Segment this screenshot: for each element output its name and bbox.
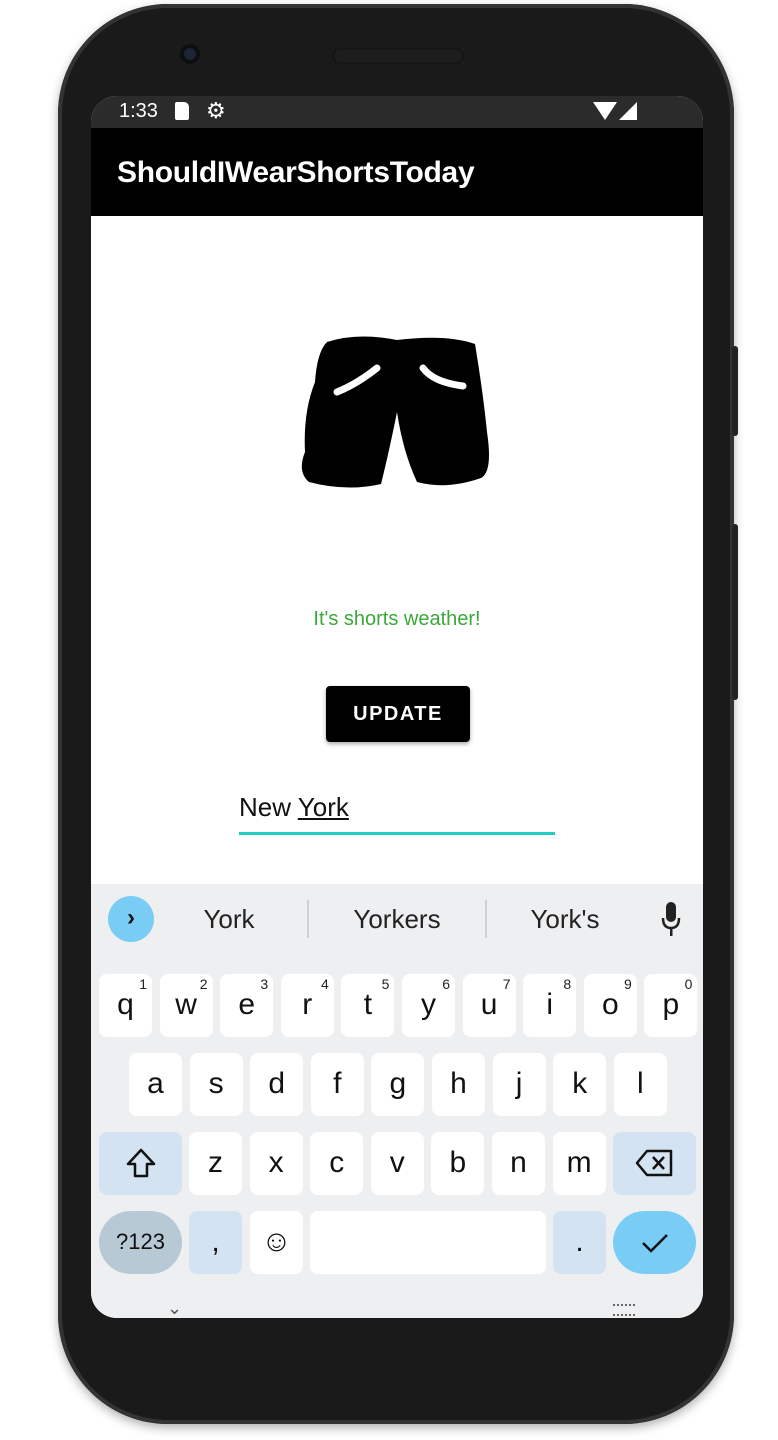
power-button (732, 346, 738, 436)
signal-icon (619, 102, 637, 120)
done-key[interactable] (613, 1211, 696, 1274)
screen: 1:33 ⚙ ShouldIWearShortsToday It's short… (91, 96, 703, 1318)
key-x[interactable]: x (249, 1132, 303, 1195)
key-label: q (117, 988, 134, 1021)
checkmark-icon (641, 1234, 668, 1253)
shift-key[interactable] (99, 1132, 182, 1195)
key-label: y (421, 988, 436, 1021)
key-v[interactable]: v (370, 1132, 424, 1195)
key-y[interactable]: y6 (402, 974, 455, 1037)
suggestion-1[interactable]: York (159, 904, 299, 935)
volume-button (732, 524, 738, 700)
key-label: r (302, 988, 313, 1021)
status-time: 1:33 (119, 100, 158, 122)
key-l[interactable]: l (613, 1053, 667, 1116)
key-hint: 9 (624, 976, 632, 992)
keyboard-switch-icon[interactable] (613, 1304, 635, 1316)
city-input[interactable]: New York (239, 788, 555, 835)
emoji-key[interactable]: ☺ (250, 1211, 303, 1274)
backspace-key[interactable] (613, 1132, 696, 1195)
key-c[interactable]: c (310, 1132, 364, 1195)
status-bar: 1:33 ⚙ (91, 96, 703, 128)
soft-keyboard: › York Yorkers York's q1w2e3r4t5y6u7i8o9… (91, 884, 703, 1318)
suggestion-divider (485, 900, 487, 938)
period-key[interactable]: . (553, 1211, 606, 1274)
key-m[interactable]: m (552, 1132, 606, 1195)
microphone-icon[interactable] (661, 900, 681, 940)
key-hint: 0 (684, 976, 693, 992)
key-hint: 7 (502, 976, 511, 992)
key-o[interactable]: o9 (583, 974, 637, 1037)
key-label: e (238, 988, 256, 1021)
space-key[interactable] (310, 1211, 546, 1274)
key-d[interactable]: d (250, 1053, 304, 1116)
key-r[interactable]: r4 (280, 974, 334, 1037)
debug-gear-icon: ⚙ (206, 98, 226, 123)
key-e[interactable]: e3 (220, 974, 274, 1037)
weather-message: It's shorts weather! (313, 608, 481, 630)
shorts-image (301, 336, 489, 488)
shorts-shape (301, 336, 489, 488)
key-k[interactable]: k (553, 1053, 607, 1116)
backspace-icon (635, 1149, 672, 1177)
key-hint: 6 (442, 976, 450, 992)
key-p[interactable]: p0 (644, 974, 698, 1037)
key-f[interactable]: f (310, 1053, 364, 1116)
key-hint: 1 (139, 976, 147, 992)
key-label: o (601, 988, 619, 1021)
sd-card-icon (175, 102, 189, 120)
key-hint: 2 (199, 976, 208, 992)
city-text-committed: New (239, 792, 298, 822)
key-z[interactable]: z (189, 1132, 242, 1195)
chevron-right-icon: › (127, 904, 135, 931)
key-s[interactable]: s (189, 1053, 243, 1116)
app-bar: ShouldIWearShortsToday (91, 128, 703, 216)
city-text-composing: York (297, 792, 349, 822)
key-b[interactable]: b (431, 1132, 485, 1195)
key-label: i (546, 988, 554, 1021)
key-hint: 8 (563, 976, 572, 992)
key-h[interactable]: h (432, 1053, 485, 1116)
city-input-text: New York (239, 792, 349, 823)
key-label: u (480, 988, 498, 1021)
wifi-icon (593, 102, 617, 120)
key-t[interactable]: t5 (341, 974, 395, 1037)
front-camera (180, 44, 200, 64)
hide-keyboard-icon[interactable]: ⌄ (167, 1298, 182, 1318)
key-j[interactable]: j (492, 1053, 546, 1116)
key-g[interactable]: g (371, 1053, 425, 1116)
suggestion-2[interactable]: Yorkers (327, 904, 467, 935)
key-label: p (662, 988, 680, 1021)
key-q[interactable]: q1 (99, 974, 152, 1037)
earpiece-speaker (332, 48, 464, 64)
suggestion-3[interactable]: York's (495, 904, 635, 935)
emoji-icon: ☺ (261, 1225, 292, 1258)
key-hint: 5 (381, 976, 390, 992)
update-button[interactable]: UPDATE (326, 686, 470, 742)
key-w[interactable]: w2 (159, 974, 213, 1037)
key-hint: 3 (260, 976, 269, 992)
expand-toolbar-button[interactable]: › (108, 896, 154, 942)
key-i[interactable]: i8 (523, 974, 577, 1037)
symbols-key[interactable]: ?123 (99, 1211, 182, 1274)
comma-key[interactable]: , (189, 1211, 242, 1274)
key-a[interactable]: a (129, 1053, 182, 1116)
key-u[interactable]: u7 (462, 974, 516, 1037)
key-label: w (175, 988, 197, 1021)
key-label: t (363, 988, 373, 1021)
suggestion-divider (307, 900, 309, 938)
shift-icon (126, 1148, 155, 1178)
app-title: ShouldIWearShortsToday (117, 156, 475, 189)
key-n[interactable]: n (492, 1132, 545, 1195)
key-hint: 4 (321, 976, 329, 992)
